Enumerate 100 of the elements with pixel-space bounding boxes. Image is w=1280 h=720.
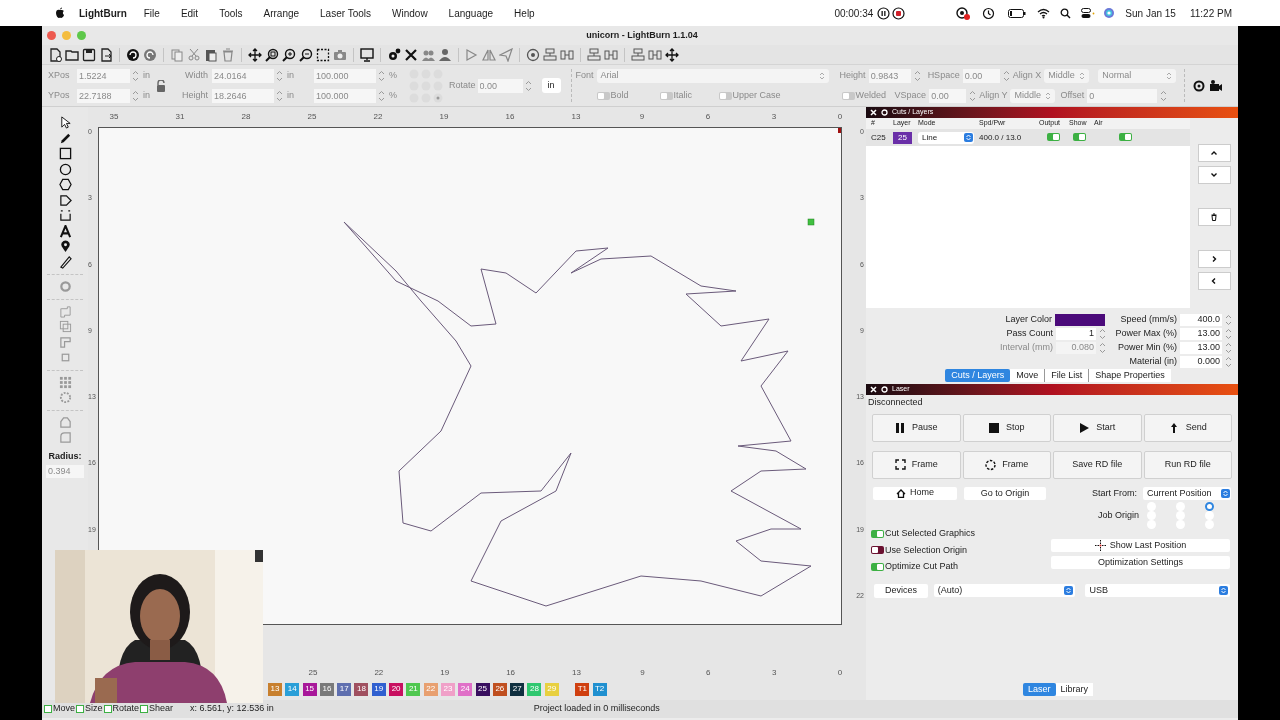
color-swatch[interactable]: 25 bbox=[475, 682, 490, 696]
float-panel-icon[interactable] bbox=[881, 109, 888, 116]
letter-a-icon[interactable] bbox=[58, 224, 72, 238]
panel-tab[interactable]: Cuts / Layers bbox=[945, 369, 1011, 382]
export-icon[interactable] bbox=[99, 47, 113, 62]
layer-color-swatch[interactable] bbox=[1055, 314, 1105, 326]
trash-icon[interactable] bbox=[221, 47, 235, 62]
mirror-icon[interactable] bbox=[482, 47, 496, 62]
color-swatch[interactable]: 19 bbox=[371, 682, 386, 696]
monitor-icon[interactable] bbox=[360, 47, 374, 62]
menu-item[interactable]: File bbox=[143, 5, 160, 21]
save-icon[interactable] bbox=[82, 47, 96, 62]
delete-layer-button[interactable] bbox=[1197, 208, 1231, 226]
search-icon[interactable] bbox=[1060, 7, 1072, 19]
panel-tab[interactable]: Library bbox=[1055, 683, 1093, 696]
transform-toggle[interactable] bbox=[44, 705, 52, 713]
zoom-fit-icon[interactable] bbox=[265, 47, 279, 62]
option-toggle[interactable] bbox=[871, 546, 884, 555]
move-down-button[interactable] bbox=[1197, 166, 1231, 184]
device-dropdown[interactable]: (Auto) bbox=[933, 584, 1076, 597]
chamfer-icon[interactable] bbox=[58, 431, 72, 445]
color-swatch[interactable]: 17 bbox=[337, 682, 352, 696]
corner-shape-icon[interactable] bbox=[58, 335, 72, 349]
panel-tab[interactable]: Laser bbox=[1023, 683, 1056, 696]
home-button[interactable]: Home bbox=[873, 486, 957, 500]
show-toggle[interactable] bbox=[1073, 132, 1086, 141]
number-field[interactable]: 0.000 bbox=[1180, 356, 1222, 368]
move-icon[interactable] bbox=[248, 47, 262, 62]
spinner-arrows-icon[interactable] bbox=[1099, 328, 1106, 340]
minimize-window-button[interactable] bbox=[62, 31, 71, 40]
transform-toggle[interactable] bbox=[140, 705, 149, 713]
camera-status-icon[interactable] bbox=[955, 6, 972, 20]
panel-tab[interactable]: Move bbox=[1010, 369, 1045, 382]
menu-item[interactable]: Laser Tools bbox=[320, 5, 372, 21]
move-up-button[interactable] bbox=[1197, 144, 1231, 162]
number-field[interactable]: 13.00 bbox=[1180, 328, 1222, 340]
panel-tab[interactable]: Shape Properties bbox=[1088, 369, 1171, 382]
pause-recording-icon[interactable] bbox=[877, 6, 891, 20]
apple-logo-icon[interactable] bbox=[55, 7, 65, 19]
redo-icon[interactable] bbox=[143, 47, 157, 62]
close-icon[interactable] bbox=[870, 109, 877, 116]
pentagon-icon[interactable] bbox=[58, 193, 72, 207]
control-center-icon[interactable] bbox=[1081, 7, 1096, 19]
wifi-icon[interactable] bbox=[1037, 7, 1051, 19]
color-swatch[interactable]: 18 bbox=[354, 682, 369, 696]
zoom-window-button[interactable] bbox=[77, 31, 86, 40]
pencil-icon[interactable] bbox=[58, 131, 72, 145]
spinner-arrows-icon[interactable] bbox=[1099, 342, 1106, 354]
output-toggle[interactable] bbox=[1047, 132, 1060, 141]
next-button[interactable] bbox=[1197, 250, 1231, 268]
number-field[interactable]: 1 bbox=[1056, 328, 1096, 340]
align-icon[interactable] bbox=[631, 47, 645, 62]
battery-icon[interactable] bbox=[1008, 8, 1027, 18]
menu-item[interactable]: Tools bbox=[219, 5, 243, 21]
distribute-icon[interactable] bbox=[560, 47, 574, 62]
panel-tab[interactable]: File List bbox=[1044, 369, 1089, 382]
close-window-button[interactable] bbox=[47, 31, 56, 40]
round-corner-icon[interactable] bbox=[58, 415, 72, 429]
folder-icon[interactable] bbox=[65, 47, 79, 62]
spinner-arrows-icon[interactable] bbox=[1225, 328, 1232, 340]
menu-item[interactable]: Window bbox=[392, 5, 428, 21]
color-swatch[interactable]: 20 bbox=[389, 682, 404, 696]
origin-radio[interactable] bbox=[1205, 511, 1214, 520]
undo-icon[interactable] bbox=[126, 47, 140, 62]
color-swatch[interactable]: 27 bbox=[510, 682, 525, 696]
union-shapes-icon[interactable] bbox=[58, 304, 72, 318]
number-field[interactable]: 13.00 bbox=[1180, 342, 1222, 354]
close-icon[interactable] bbox=[870, 386, 877, 393]
menu-item[interactable]: Arrange bbox=[263, 5, 300, 21]
color-swatch[interactable]: T1 bbox=[575, 682, 590, 696]
color-swatch[interactable]: 26 bbox=[492, 682, 507, 696]
previous-button[interactable] bbox=[1197, 272, 1231, 290]
align-icon[interactable] bbox=[587, 47, 601, 62]
air-toggle[interactable] bbox=[1119, 132, 1132, 141]
send-icon[interactable] bbox=[499, 47, 513, 62]
align-icon[interactable] bbox=[543, 47, 557, 62]
zoom-out-icon[interactable] bbox=[299, 47, 313, 62]
option-toggle[interactable] bbox=[871, 529, 884, 538]
start-from-dropdown[interactable]: Current Position bbox=[1143, 486, 1231, 500]
zoom-in-icon[interactable] bbox=[282, 47, 296, 62]
grid-array-icon[interactable] bbox=[58, 375, 72, 389]
overlap-shapes-icon[interactable] bbox=[58, 320, 72, 334]
circle-icon[interactable] bbox=[58, 162, 72, 176]
clock-icon[interactable] bbox=[982, 6, 996, 20]
person-icon[interactable] bbox=[438, 47, 452, 62]
devices-button[interactable]: Devices bbox=[874, 583, 928, 598]
menu-app-name[interactable]: LightBurn bbox=[79, 5, 127, 21]
polygon-icon[interactable] bbox=[58, 178, 72, 192]
copy-icon[interactable] bbox=[170, 47, 184, 62]
settings-icon[interactable] bbox=[387, 47, 401, 62]
menu-item[interactable]: Help bbox=[514, 5, 535, 21]
new-file-icon[interactable] bbox=[48, 47, 62, 62]
assistant-icon[interactable] bbox=[1103, 7, 1116, 19]
laser-button[interactable]: Frame bbox=[872, 450, 961, 479]
rectangle-icon[interactable] bbox=[58, 147, 72, 161]
laser-button[interactable]: Pause bbox=[872, 413, 961, 442]
option-toggle[interactable] bbox=[871, 562, 884, 571]
circular-array-icon[interactable] bbox=[58, 391, 72, 405]
corner-bracket-icon[interactable] bbox=[58, 209, 72, 223]
color-swatch[interactable]: T2 bbox=[592, 682, 607, 696]
